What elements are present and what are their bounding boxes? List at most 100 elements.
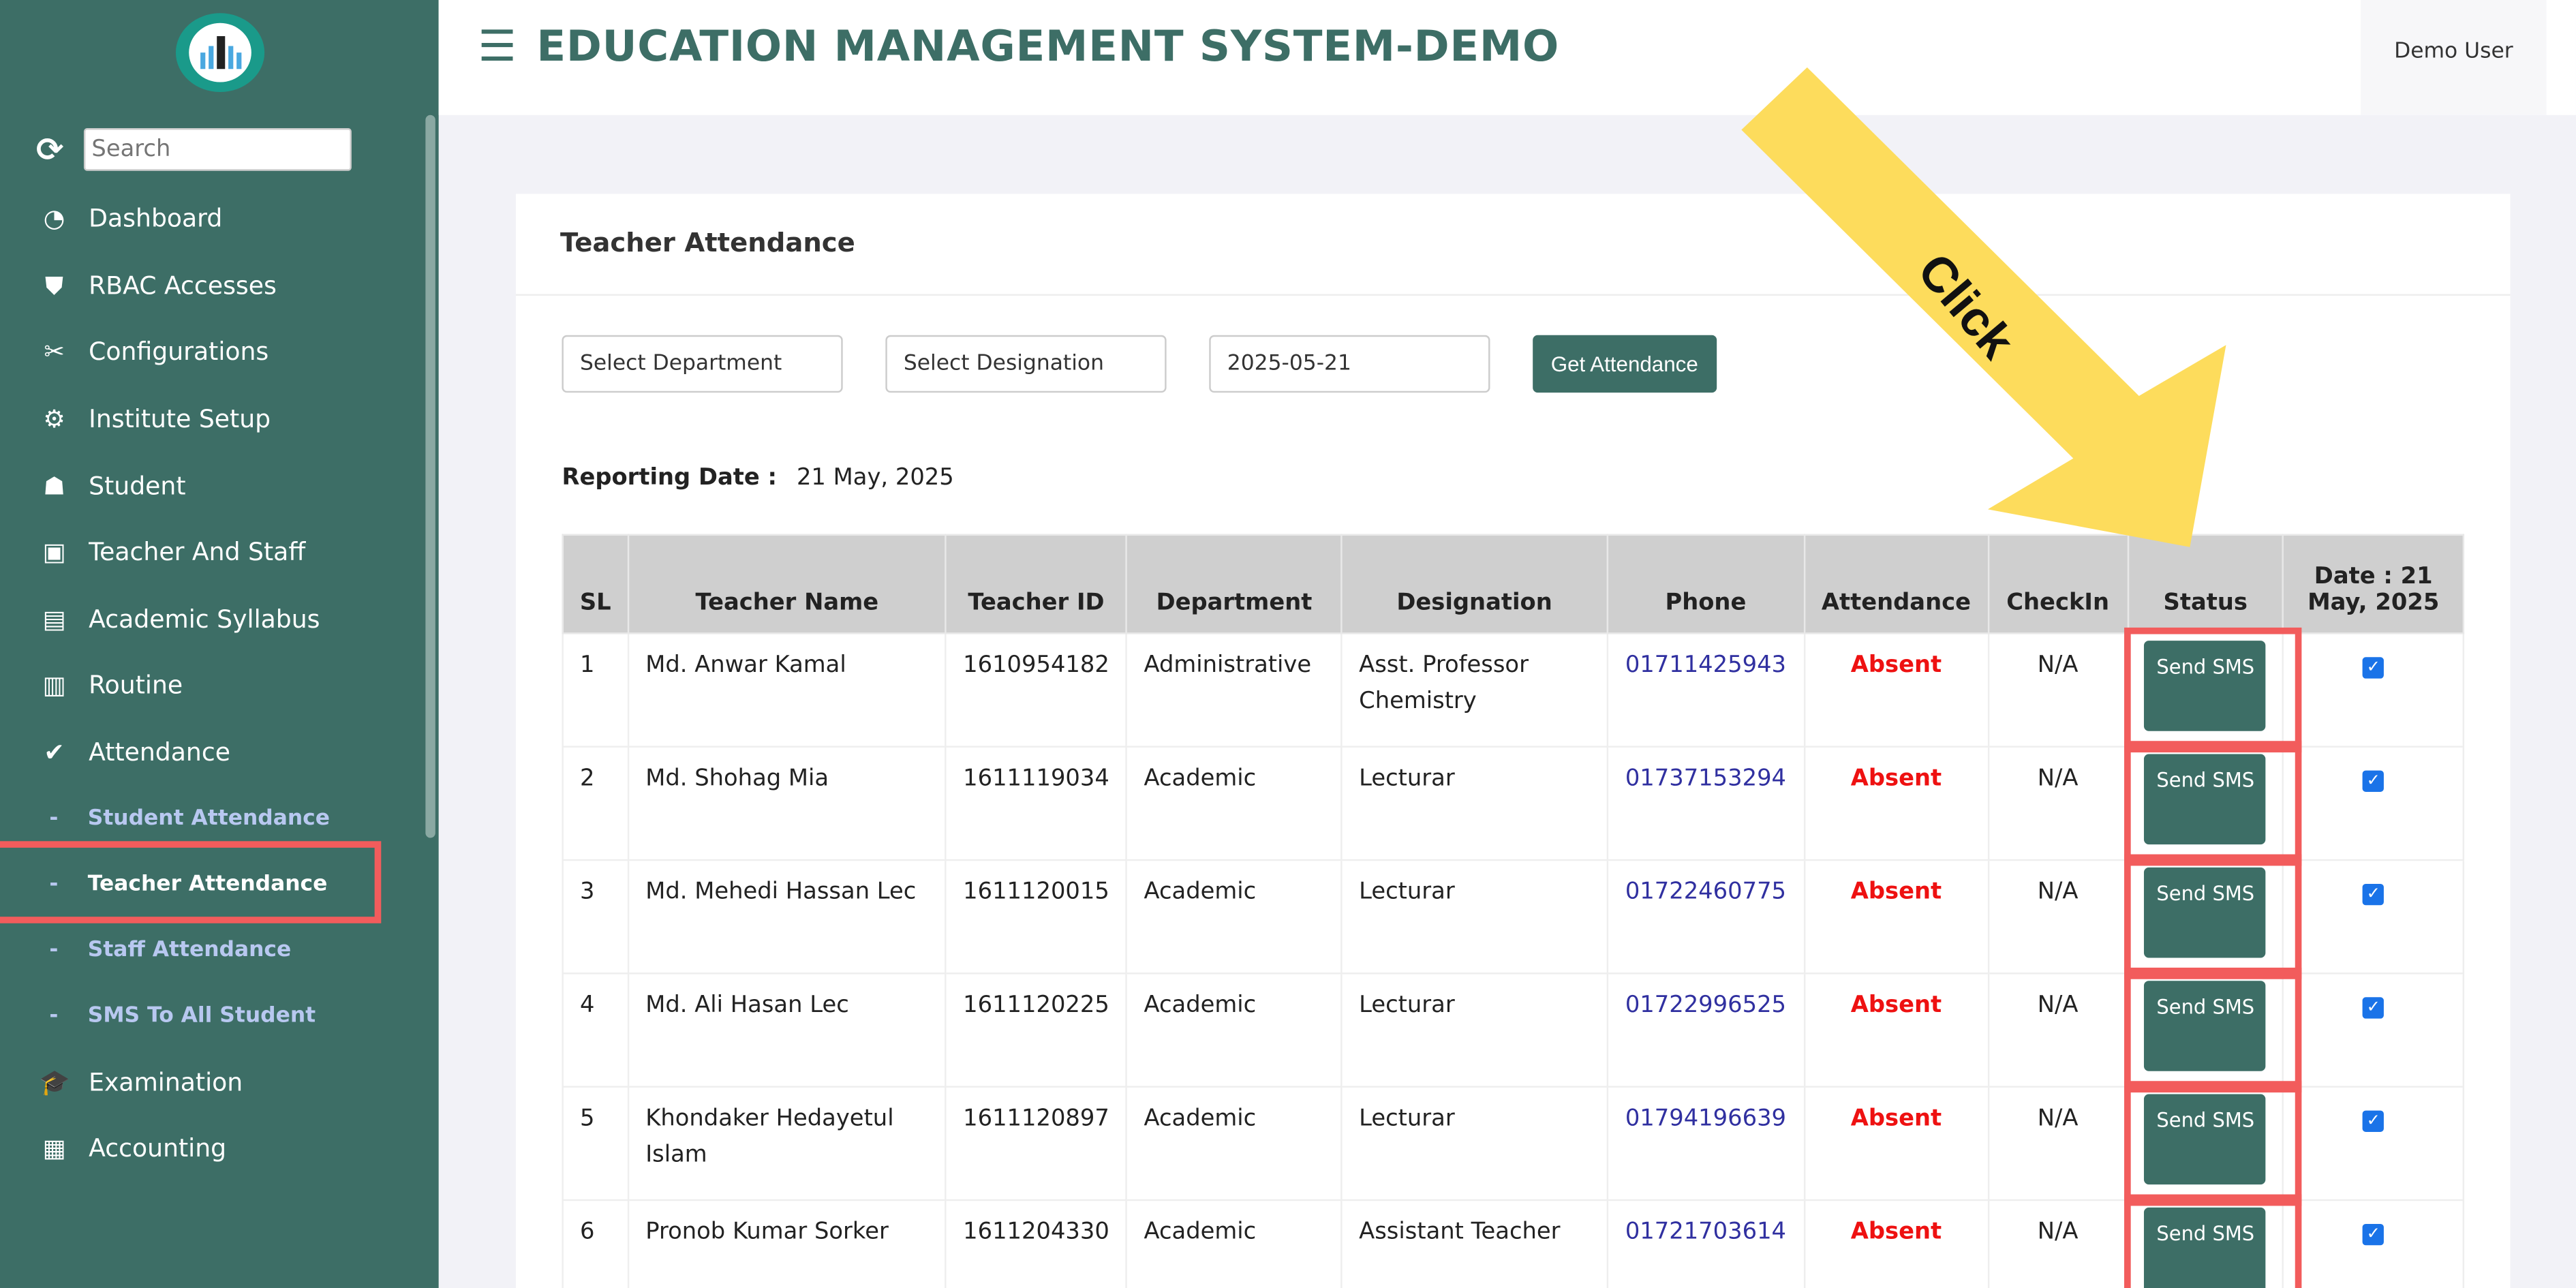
column-header: Teacher ID xyxy=(945,534,1128,634)
sl-cell: 1 xyxy=(562,632,630,748)
dash-icon: - xyxy=(49,1003,59,1028)
column-header: Phone xyxy=(1606,534,1805,634)
sidebar-subitem-sms-to-all-student[interactable]: - SMS To All Student xyxy=(0,983,425,1048)
sidebar-item-attendance[interactable]: ✔ Attendance xyxy=(0,719,425,786)
department-cell: Academic xyxy=(1125,972,1343,1088)
teacher-id-cell: 1610954182 xyxy=(945,632,1128,748)
app-title: EDUCATION MANAGEMENT SYSTEM-DEMO xyxy=(536,22,1559,73)
date-checkbox-cell: ✓ xyxy=(2282,746,2465,861)
attendance-card: Teacher Attendance Select Department Sel… xyxy=(515,194,2511,1288)
status-cell: Send SMS xyxy=(2123,741,2303,866)
sidebar-item-institute-setup[interactable]: ⚙ Institute Setup xyxy=(0,386,425,453)
sl-cell: 2 xyxy=(562,746,630,861)
attendance-status: Absent xyxy=(1803,632,1989,748)
phone-link[interactable]: 01722460775 xyxy=(1606,859,1805,975)
designation-select[interactable]: Select Designation xyxy=(885,335,1167,393)
phone-link[interactable]: 01711425943 xyxy=(1606,632,1805,748)
send-sms-button[interactable]: Send SMS xyxy=(2145,981,2267,1071)
sl-cell: 5 xyxy=(562,1086,630,1201)
table-row: 4 Md. Ali Hasan Lec 1611120225 Academic … xyxy=(562,967,2465,1093)
shield-icon: ⛊ xyxy=(44,271,64,301)
sidebar-item-teacher-and-staff[interactable]: ▣ Teacher And Staff xyxy=(0,519,425,586)
column-header: CheckIn xyxy=(1987,534,2129,634)
department-select[interactable]: Select Department xyxy=(562,335,843,393)
student-icon: ☗ xyxy=(43,471,65,501)
status-cell: Send SMS xyxy=(2123,854,2303,979)
column-header: SL xyxy=(562,534,630,634)
send-sms-button[interactable]: Send SMS xyxy=(2145,867,2267,958)
reporting-date-label: Reporting Date : xyxy=(562,465,778,491)
designation-cell: Lecturar xyxy=(1340,1086,1608,1201)
sidebar-subitem-label: Student Attendance xyxy=(87,806,331,831)
attendance-status: Absent xyxy=(1803,972,1989,1088)
sidebar-item-student[interactable]: ☗ Student xyxy=(0,453,425,519)
user-menu[interactable]: Demo User xyxy=(2361,0,2547,115)
department-cell: Academic xyxy=(1125,859,1343,975)
sidebar-item-examination[interactable]: 🎓 Examination xyxy=(0,1049,425,1116)
sidebar-item-configurations[interactable]: ✂ Configurations xyxy=(0,319,425,386)
gear-icon: ⚙ xyxy=(43,404,65,434)
teacher-name-cell: Pronob Kumar Sorker xyxy=(627,1199,947,1288)
graduation-cap-icon: 🎓 xyxy=(39,1067,70,1097)
teacher-id-cell: 1611204330 xyxy=(945,1199,1128,1288)
sidebar-scrollbar[interactable] xyxy=(425,114,435,838)
send-sms-button[interactable]: Send SMS xyxy=(2145,754,2267,845)
checkin-cell: N/A xyxy=(1987,632,2129,748)
sidebar-item-accounting[interactable]: ▦ Accounting xyxy=(0,1116,425,1182)
designation-cell: Assistant Teacher xyxy=(1340,1199,1608,1288)
highlight-box-teacher-attendance xyxy=(0,841,382,923)
sidebar-subitem-label: Staff Attendance xyxy=(87,938,292,963)
status-cell: Send SMS xyxy=(2123,627,2303,753)
status-cell: Send SMS xyxy=(2123,1081,2303,1206)
get-attendance-button[interactable]: Get Attendance xyxy=(1533,335,1717,393)
column-header: Attendance xyxy=(1803,534,1989,634)
menu-icon[interactable]: ☰ xyxy=(478,23,517,72)
dash-icon: - xyxy=(49,806,59,831)
sidebar-item-routine[interactable]: ▥ Routine xyxy=(0,652,425,719)
checkin-cell: N/A xyxy=(1987,1199,2129,1288)
teacher-icon: ▣ xyxy=(42,537,66,568)
refresh-icon[interactable]: ⟳ xyxy=(36,129,63,169)
status-cell: Send SMS xyxy=(2123,1194,2303,1288)
send-sms-button[interactable]: Send SMS xyxy=(2145,1094,2267,1185)
document-icon: ▤ xyxy=(42,604,66,634)
attendance-status: Absent xyxy=(1803,859,1989,975)
status-cell: Send SMS xyxy=(2123,967,2303,1093)
department-cell: Academic xyxy=(1125,1086,1343,1201)
clipboard-icon: ▥ xyxy=(42,671,66,701)
attendance-table: SL Teacher Name Teacher ID Department Design… xyxy=(562,534,2465,1288)
sidebar-item-dashboard[interactable]: ◔ Dashboard xyxy=(0,185,425,252)
phone-link[interactable]: 01794196639 xyxy=(1606,1086,1805,1201)
column-header: Date : 21 May, 2025 xyxy=(2282,534,2465,634)
sidebar-item-academic-syllabus[interactable]: ▤ Academic Syllabus xyxy=(0,586,425,653)
checkin-cell: N/A xyxy=(1987,746,2129,861)
attendance-checkbox[interactable]: ✓ xyxy=(2363,997,2385,1019)
attendance-checkbox[interactable]: ✓ xyxy=(2363,770,2385,792)
attendance-checkbox[interactable]: ✓ xyxy=(2363,657,2385,679)
phone-link[interactable]: 01722996525 xyxy=(1606,972,1805,1088)
sidebar-subitem-staff-attendance[interactable]: - Staff Attendance xyxy=(0,917,425,983)
attendance-checkbox[interactable]: ✓ xyxy=(2363,1110,2385,1132)
phone-link[interactable]: 01737153294 xyxy=(1606,746,1805,861)
sidebar-item-rbac-accesses[interactable]: ⛊ RBAC Accesses xyxy=(0,252,425,319)
column-header: Designation xyxy=(1340,534,1608,634)
sidebar-item-label: Institute Setup xyxy=(89,404,271,434)
send-sms-button[interactable]: Send SMS xyxy=(2145,641,2267,731)
teacher-id-cell: 1611120225 xyxy=(945,972,1128,1088)
attendance-checkbox[interactable]: ✓ xyxy=(2363,1223,2385,1246)
sidebar-item-label: Routine xyxy=(89,671,183,701)
send-sms-button[interactable]: Send SMS xyxy=(2145,1207,2267,1288)
sidebar-search-input[interactable] xyxy=(83,128,352,171)
sidebar: ⟳ ◔ Dashboard ⛊ RBAC Accesses ✂ Configuration… xyxy=(0,0,439,1288)
money-icon: ▦ xyxy=(42,1133,66,1164)
sidebar-item-label: Student xyxy=(89,471,186,501)
phone-link[interactable]: 01721703614 xyxy=(1606,1199,1805,1288)
sidebar-item-label: Dashboard xyxy=(89,204,223,234)
column-header: Department xyxy=(1125,534,1343,634)
date-input[interactable]: 2025-05-21 xyxy=(1209,335,1490,393)
sidebar-item-label: Teacher And Staff xyxy=(89,537,306,568)
teacher-id-cell: 1611119034 xyxy=(945,746,1128,861)
date-checkbox-cell: ✓ xyxy=(2282,859,2465,975)
sidebar-item-label: Academic Syllabus xyxy=(89,604,320,634)
attendance-checkbox[interactable]: ✓ xyxy=(2363,883,2385,906)
